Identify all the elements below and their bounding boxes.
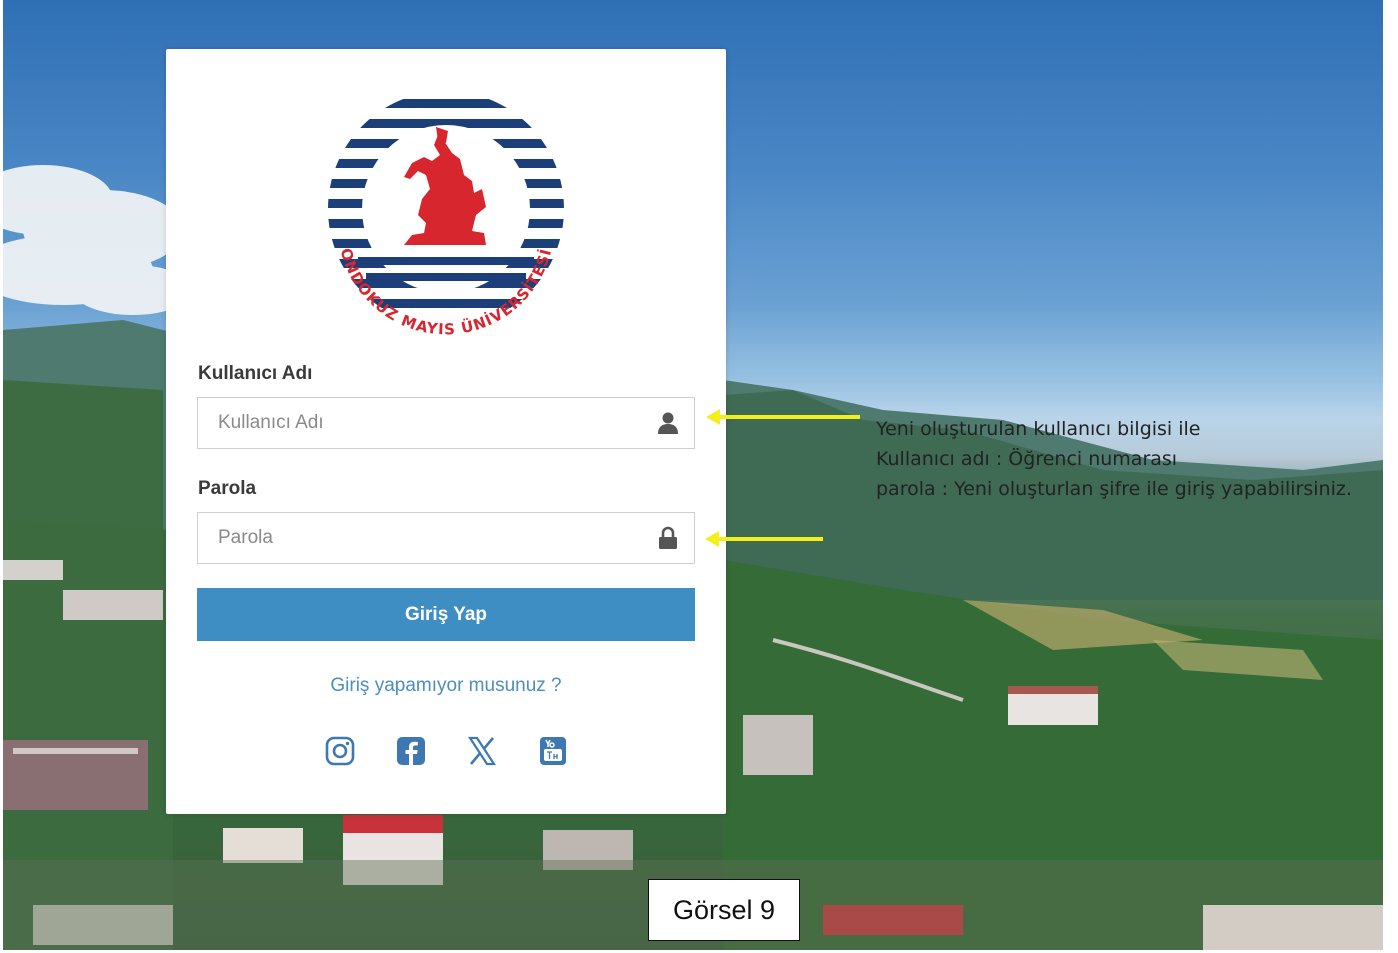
username-label: Kullanıcı Adı [198, 363, 313, 384]
note-line: Kullanıcı adı : Öğrenci numarası [876, 448, 1178, 470]
note-line: Yeni oluşturulan kullanıcı bilgisi ile [876, 418, 1201, 440]
annotation-note: Yeni oluşturulan kullanıcı bilgisi ile K… [876, 414, 1396, 504]
note-line: parola : Yeni oluşturlan şifre ile giriş… [876, 478, 1352, 500]
instagram-icon[interactable] [324, 735, 356, 767]
university-logo: ONDOKUZ MAYIS ÜNİVERSİTESİ [326, 97, 566, 338]
user-icon [658, 412, 678, 434]
login-button[interactable]: Giriş Yap [197, 588, 695, 641]
login-card: ONDOKUZ MAYIS ÜNİVERSİTESİ Kullanıcı Adı… [166, 49, 726, 814]
youtube-icon[interactable] [537, 735, 569, 767]
facebook-icon[interactable] [395, 735, 427, 767]
username-field[interactable] [197, 397, 695, 449]
username-input[interactable] [198, 398, 638, 448]
password-input[interactable] [198, 513, 638, 563]
lock-icon [659, 526, 677, 549]
arrow-line-username [716, 415, 860, 419]
arrow-line-password [715, 537, 823, 541]
password-label: Parola [198, 478, 257, 499]
x-icon[interactable] [466, 735, 498, 767]
social-links [324, 735, 570, 771]
password-field[interactable] [197, 512, 695, 564]
cant-login-link[interactable]: Giriş yapamıyor musunuz ? [166, 675, 726, 697]
figure-caption: Görsel 9 [648, 879, 800, 941]
